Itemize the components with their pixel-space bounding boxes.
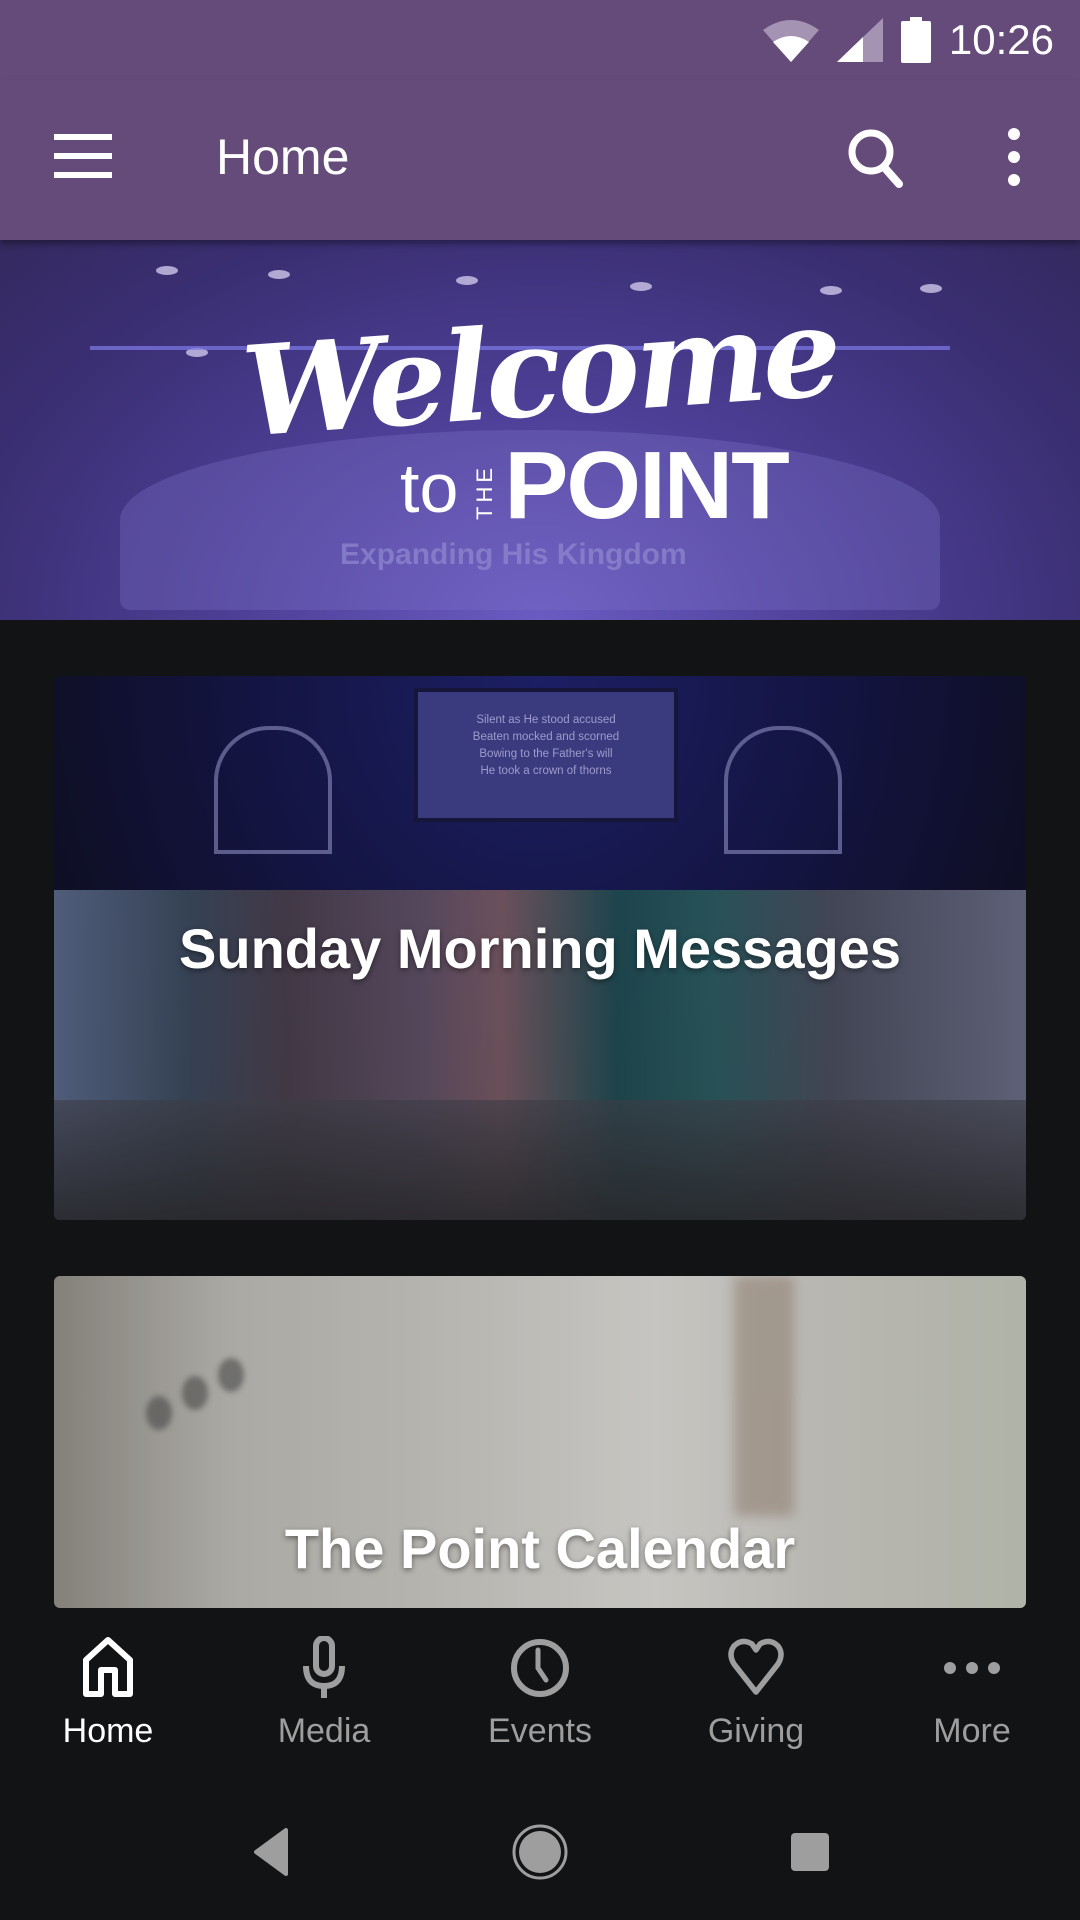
system-recents-button[interactable] <box>770 1812 850 1892</box>
banner-tagline: Expanding His Kingdom <box>340 538 687 571</box>
status-bar: 10:26 <box>0 0 1080 80</box>
nav-label: Giving <box>707 1712 805 1750</box>
recents-icon <box>791 1833 829 1871</box>
lyrics-line: Bowing to the Father's will <box>479 748 613 760</box>
hamburger-menu-icon <box>54 134 112 178</box>
microphone-icon <box>303 1636 345 1698</box>
ceiling-light <box>456 276 478 285</box>
card-title: The Point Calendar <box>284 1517 796 1580</box>
lyrics-screen: Silent as He stood accused Beaten mocked… <box>414 688 678 822</box>
clock-icon <box>511 1639 569 1697</box>
lyrics-line: He took a crown of thorns <box>480 765 612 777</box>
home-circle-icon <box>512 1824 568 1880</box>
nav-label: More <box>933 1712 1011 1750</box>
nav-tab-events[interactable]: Events <box>432 1608 648 1768</box>
logo-to: to <box>400 449 459 527</box>
nav-tab-more[interactable]: More <box>864 1608 1080 1768</box>
cellular-signal-icon <box>836 18 883 62</box>
page-title: Home <box>216 129 350 185</box>
back-icon <box>254 1828 288 1876</box>
heart-icon <box>728 1638 784 1695</box>
more-horizontal-icon <box>944 1662 1000 1674</box>
sunday-messages-card[interactable]: Silent as He stood accused Beaten mocked… <box>54 676 1026 1220</box>
more-vertical-icon <box>1008 128 1020 186</box>
logo-the: THE <box>472 464 498 520</box>
menu-button[interactable] <box>54 134 112 178</box>
calendar-card[interactable]: The Point Calendar <box>54 1276 1026 1608</box>
system-back-button[interactable] <box>230 1812 310 1892</box>
status-time: 10:26 <box>948 16 1054 63</box>
nav-tab-giving[interactable]: Giving <box>648 1608 864 1768</box>
ceiling-light <box>630 282 652 291</box>
the-point-logo: to THE POINT <box>400 432 790 539</box>
bottom-navigation: Home Media Events Giving More <box>0 1608 1080 1768</box>
wifi-icon <box>762 20 819 62</box>
system-navigation-bar <box>0 1768 1080 1920</box>
overflow-menu-button[interactable] <box>994 126 1034 190</box>
search-button[interactable] <box>846 126 906 190</box>
card-title: Sunday Morning Messages <box>179 917 901 980</box>
nav-tab-home[interactable]: Home <box>0 1608 216 1768</box>
chairs-area <box>54 1100 1026 1220</box>
ceiling-light <box>156 266 178 275</box>
ceiling-light <box>268 270 290 279</box>
nav-label: Events <box>488 1712 592 1750</box>
system-home-button[interactable] <box>500 1812 580 1892</box>
welcome-banner: Welcome to THE POINT Expanding His Kingd… <box>0 240 1080 620</box>
app-bar: Home <box>0 80 1080 240</box>
nav-label: Media <box>277 1712 371 1750</box>
logo-point: POINT <box>504 432 789 539</box>
nav-label: Home <box>62 1712 154 1750</box>
battery-icon <box>900 17 931 63</box>
arched-window <box>724 726 842 854</box>
home-icon <box>83 1637 133 1697</box>
lyrics-line: Silent as He stood accused <box>476 714 616 726</box>
search-icon <box>848 129 903 188</box>
nav-tab-media[interactable]: Media <box>216 1608 432 1768</box>
arched-window <box>214 726 332 854</box>
lyrics-line: Beaten mocked and scorned <box>472 731 620 743</box>
